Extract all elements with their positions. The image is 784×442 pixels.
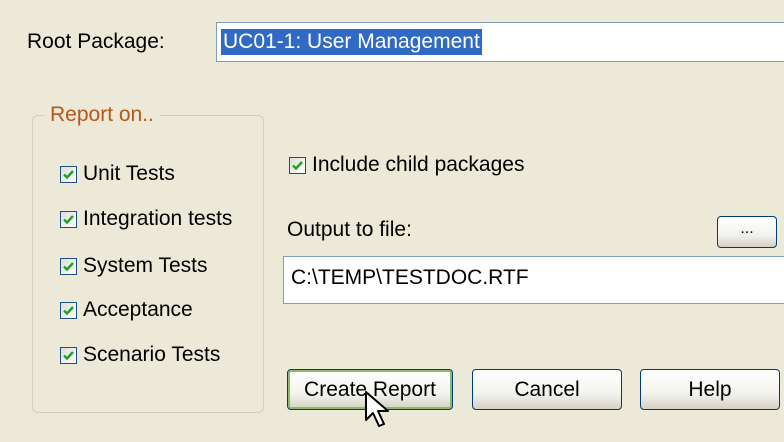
checkbox-label: Scenario Tests	[83, 343, 221, 366]
output-file-field[interactable]: C:\TEMP\TESTDOC.RTF	[283, 256, 784, 304]
checkbox-include-child-packages[interactable]: Include child packages	[289, 153, 524, 177]
check-icon	[60, 346, 77, 364]
check-icon	[60, 210, 77, 228]
checkbox-scenario-tests[interactable]: Scenario Tests	[60, 343, 220, 367]
checkbox-integration-tests[interactable]: Integration tests	[60, 207, 232, 231]
root-package-label: Root Package:	[27, 30, 165, 53]
output-file-label: Output to file:	[287, 218, 412, 241]
checkbox-label: System Tests	[83, 254, 208, 277]
report-on-title: Report on..	[44, 103, 160, 127]
help-button[interactable]: Help	[640, 369, 780, 410]
cancel-button[interactable]: Cancel	[472, 369, 622, 410]
checkbox-label: Integration tests	[83, 207, 233, 230]
check-icon	[60, 301, 77, 319]
root-package-field[interactable]: UC01-1: User Management	[216, 22, 784, 62]
checkbox-label: Acceptance	[83, 298, 193, 321]
root-package-value: UC01-1: User Management	[221, 29, 482, 55]
mouse-cursor-icon	[365, 391, 389, 427]
checkbox-label: Include child packages	[312, 153, 525, 176]
output-file-value: C:\TEMP\TESTDOC.RTF	[291, 266, 529, 289]
checkbox-acceptance[interactable]: Acceptance	[60, 298, 193, 322]
check-icon	[289, 156, 306, 174]
checkbox-system-tests[interactable]: System Tests	[60, 254, 207, 278]
checkbox-label: Unit Tests	[83, 162, 175, 185]
check-icon	[60, 257, 77, 275]
browse-button[interactable]: ...	[717, 216, 777, 248]
checkbox-unit-tests[interactable]: Unit Tests	[60, 162, 175, 186]
check-icon	[60, 165, 77, 183]
